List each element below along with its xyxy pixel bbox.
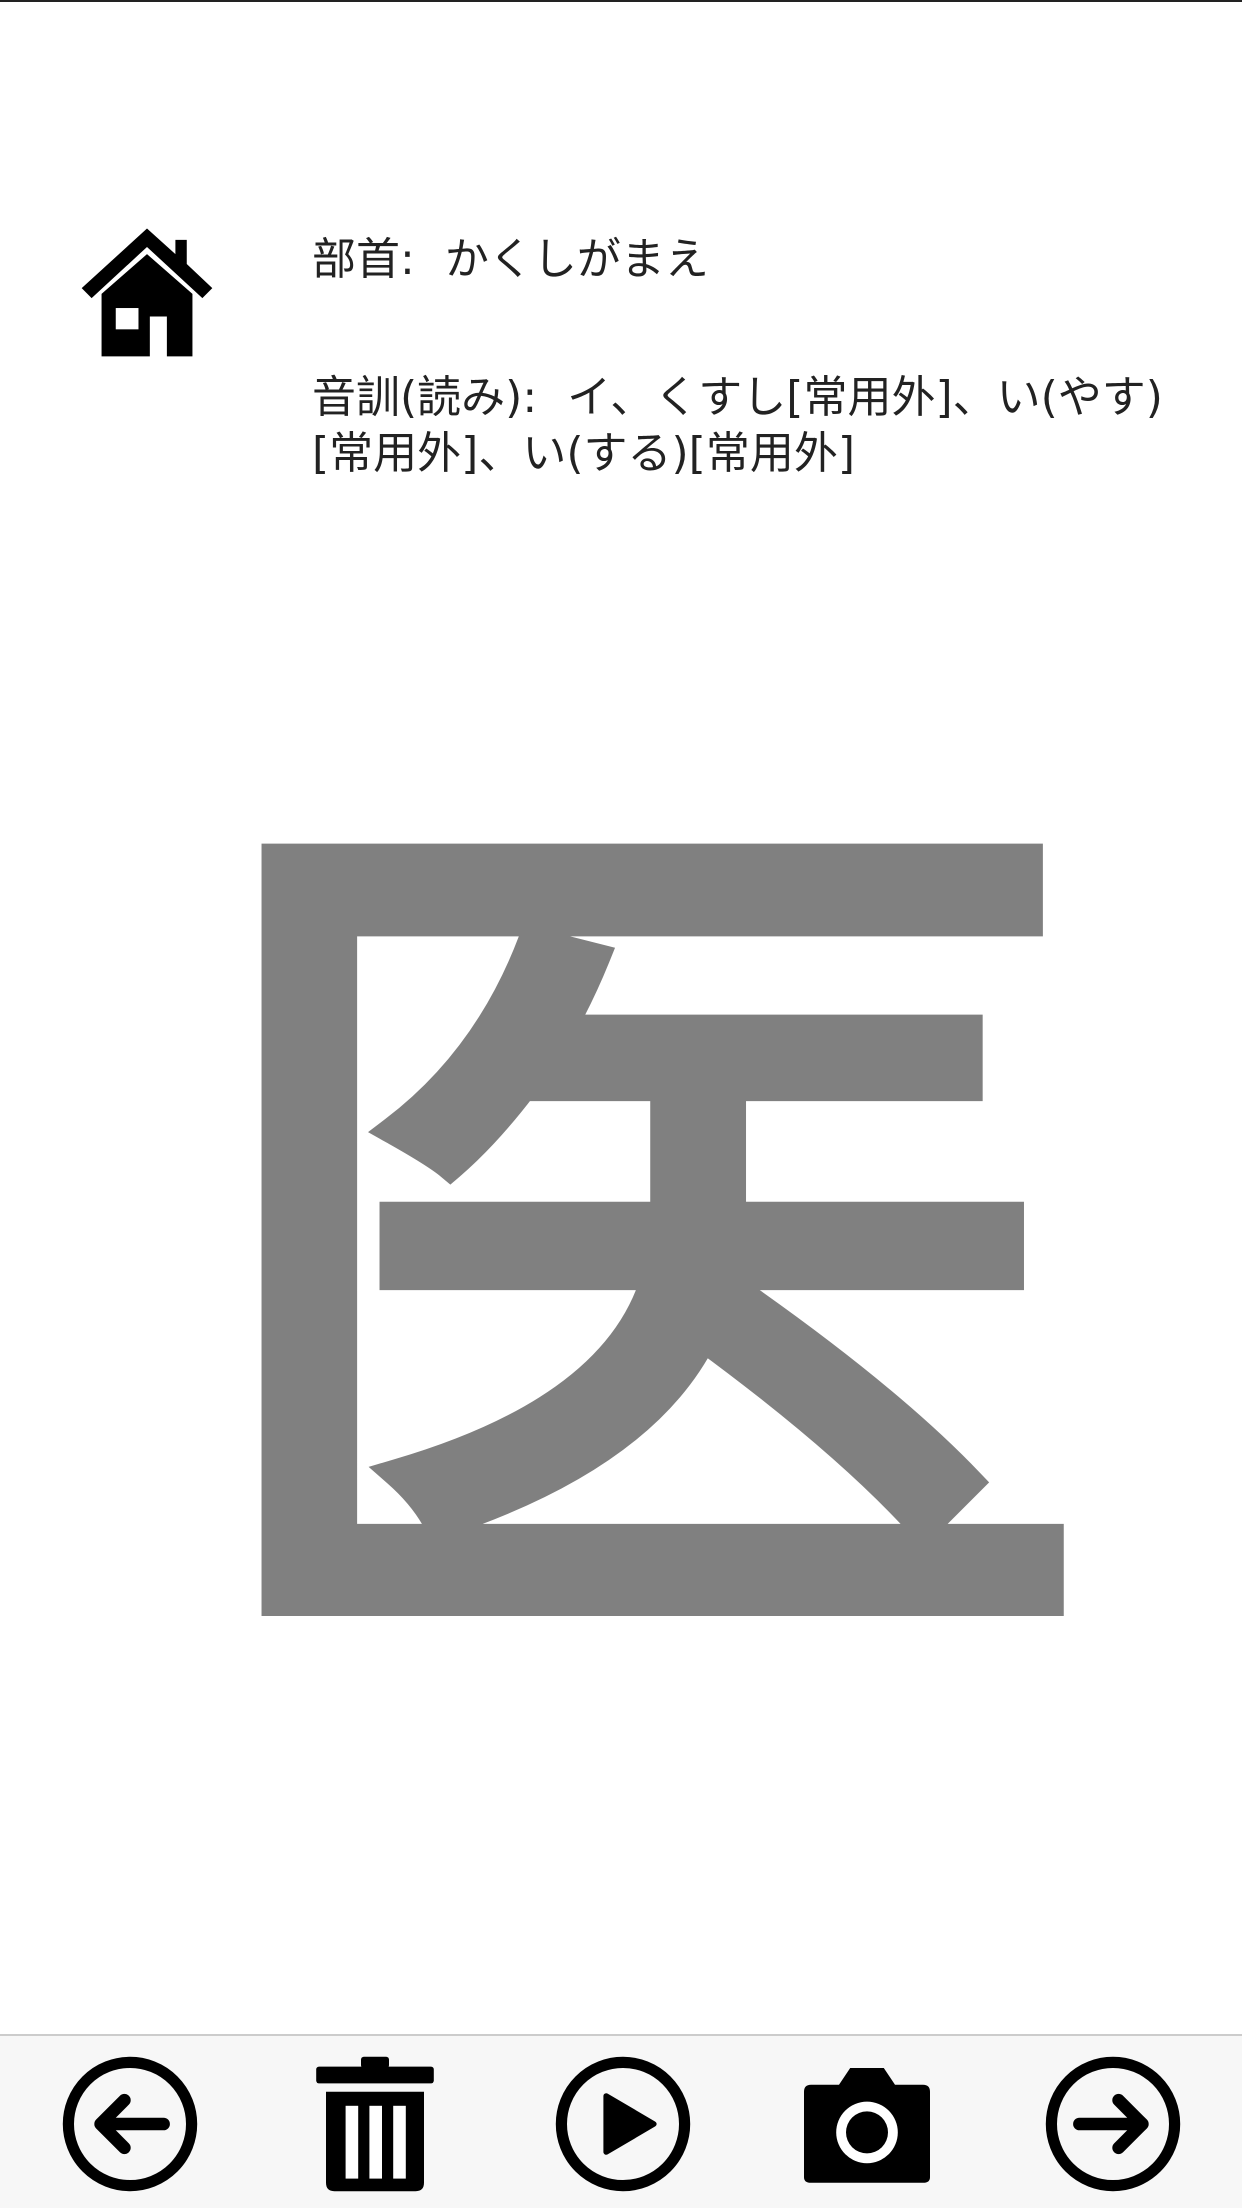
clear-button[interactable] [305, 2054, 445, 2194]
radical-label: 部首: [312, 234, 415, 285]
arrow-right-circle-icon [1045, 2056, 1181, 2192]
kanji-info: 部首: かくしがまえ 音訓(読み): イ、くすし[常用外]、い(やす)[常用外]… [312, 232, 1212, 482]
radical-value: かくしがまえ [444, 234, 709, 285]
next-button[interactable] [1043, 2054, 1183, 2194]
bottom-toolbar [0, 2034, 1242, 2208]
home-icon [81, 228, 213, 357]
arrow-left-circle-icon [62, 2056, 198, 2192]
play-circle-icon [555, 2056, 691, 2192]
kanji-character: 医 [191, 721, 1091, 1778]
kanji-canvas[interactable]: 医 [191, 800, 1091, 1700]
camera-icon [804, 2068, 930, 2183]
home-button[interactable] [72, 220, 222, 362]
top-divider [0, 0, 1242, 2]
reading-label: 音訓(読み): [312, 372, 538, 423]
radical-row: 部首: かくしがまえ [312, 232, 1212, 288]
camera-button[interactable] [797, 2054, 937, 2194]
previous-button[interactable] [60, 2054, 200, 2194]
reading-row: 音訓(読み): イ、くすし[常用外]、い(やす)[常用外]、い(する)[常用外] [312, 370, 1212, 482]
trash-icon [316, 2056, 434, 2192]
play-button[interactable] [553, 2054, 693, 2194]
